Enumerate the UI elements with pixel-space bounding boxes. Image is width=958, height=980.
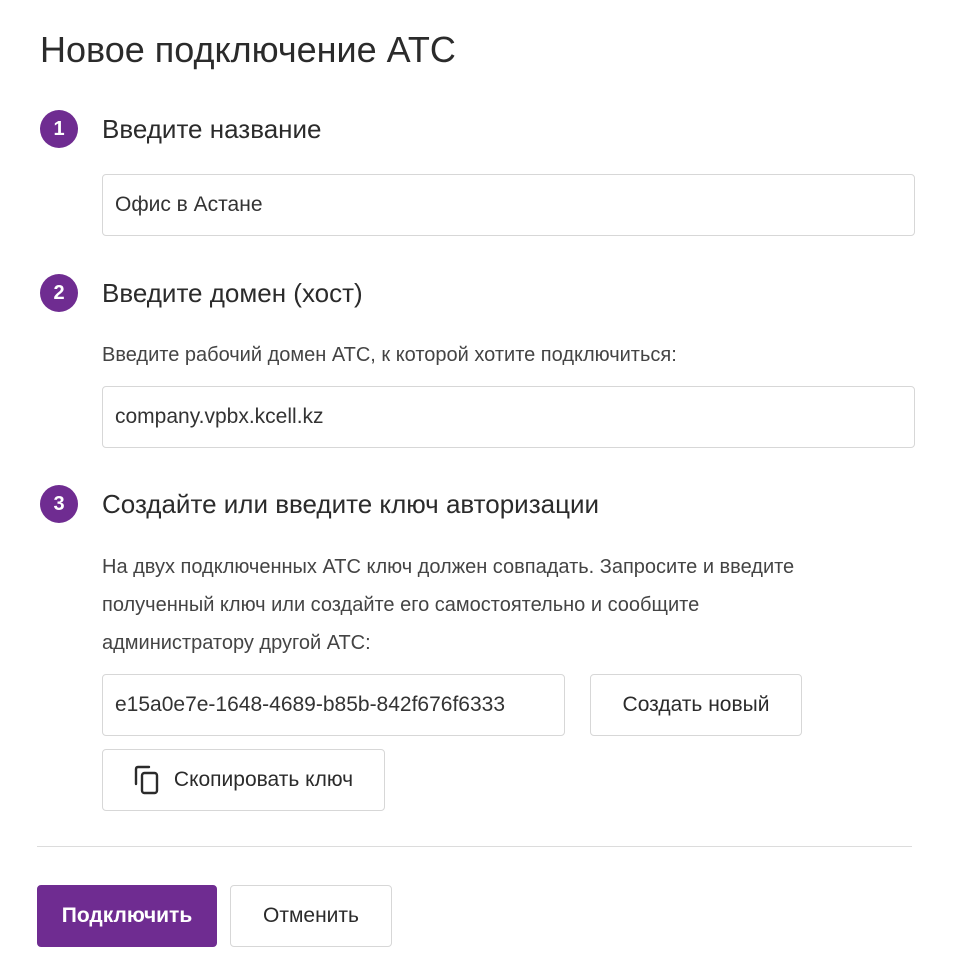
copy-key-button[interactable]: Скопировать ключ — [102, 749, 385, 811]
step-3-badge: 3 — [40, 485, 78, 523]
step-3-title: Создайте или введите ключ авторизации — [102, 489, 600, 519]
create-new-key-button[interactable]: Создать новый — [590, 674, 802, 736]
domain-input[interactable] — [102, 386, 915, 448]
auth-key-description-line: полученный ключ или создайте его самосто… — [102, 594, 700, 616]
page-title: Новое подключение АТС — [40, 29, 456, 70]
connect-button[interactable]: Подключить — [37, 885, 217, 947]
domain-description: Введите рабочий домен АТС, к которой хот… — [102, 344, 677, 366]
step-2-badge: 2 — [40, 274, 78, 312]
divider — [37, 846, 912, 847]
auth-key-input[interactable] — [102, 674, 565, 736]
auth-key-description: На двух подключенных АТС ключ должен сов… — [102, 548, 794, 662]
step-1-title: Введите название — [102, 114, 322, 144]
cancel-button[interactable]: Отменить — [230, 885, 392, 947]
copy-key-label: Скопировать ключ — [173, 768, 354, 791]
step-2-title: Введите домен (хост) — [102, 278, 363, 308]
auth-key-description-line: администратору другой АТС: — [102, 632, 371, 654]
step-1-badge: 1 — [40, 110, 78, 148]
auth-key-description-line: На двух подключенных АТС ключ должен сов… — [102, 556, 795, 578]
copy-icon — [134, 765, 159, 795]
connection-name-input[interactable] — [102, 174, 915, 236]
